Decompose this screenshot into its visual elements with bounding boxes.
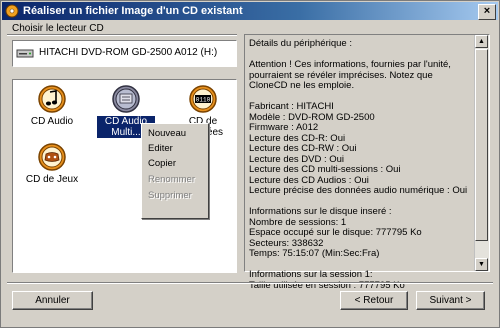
cancel-button[interactable]: Annuler [12, 291, 93, 310]
drive-selector[interactable]: HITACHI DVD-ROM GD-2500 A012 (H:) [12, 40, 237, 67]
cd-drive-icon [16, 49, 34, 58]
details-line: Lecture des CD-RW : Oui [249, 143, 357, 154]
multisession-icon [112, 85, 140, 113]
title-bar[interactable]: Réaliser un fichier Image d'un CD exista… [2, 2, 498, 20]
details-line: Informations sur la session 1: [249, 269, 373, 280]
close-icon: × [483, 5, 491, 17]
details-line: Lecture précise des données audio numéri… [249, 185, 468, 196]
data-cd-icon: 0110 [189, 85, 217, 113]
details-scrollbar[interactable]: ▲ ▼ [474, 35, 489, 271]
footer-divider [7, 282, 493, 284]
menu-item-nouveau[interactable]: Nouveau [148, 128, 186, 139]
menu-item-copier[interactable]: Copier [148, 158, 176, 169]
cd-type-label: CD Audio [30, 116, 74, 127]
close-button[interactable]: × [478, 4, 496, 20]
details-line: Temps: 75:15:07 (Min:Sec:Fra) [249, 248, 380, 259]
next-button[interactable]: Suivant > [416, 291, 485, 310]
cd-type-game[interactable]: CD de Jeux [23, 142, 81, 185]
details-line: Firmware : A012 [249, 122, 319, 133]
details-line: Lecture des CD multi-sessions : Oui [249, 164, 401, 175]
details-line: Espace occupé sur le disque: 777795 Ko [249, 227, 422, 238]
drive-name: HITACHI DVD-ROM GD-2500 A012 (H:) [39, 47, 218, 58]
clonecd-wizard-window: Réaliser un fichier Image d'un CD exista… [0, 0, 500, 328]
scroll-thumb[interactable] [475, 49, 488, 241]
menu-item-supprimer: Supprimer [148, 190, 192, 201]
device-details-text: Détails du périphérique : Attention ! Ce… [249, 38, 473, 291]
details-line: Fabricant : HITACHI [249, 101, 334, 112]
back-button[interactable]: < Retour [340, 291, 408, 310]
svg-text:0110: 0110 [196, 97, 211, 104]
back-button-label: < Retour [354, 295, 394, 306]
details-line: Informations sur le disque inseré : [249, 206, 392, 217]
scroll-down-arrow-icon[interactable]: ▼ [475, 258, 488, 271]
cd-type-label: CD de Jeux [25, 174, 79, 185]
clonecd-app-icon [5, 4, 19, 18]
details-line: Détails du périphérique : [249, 38, 352, 49]
game-cd-icon [38, 143, 66, 171]
cd-type-audio[interactable]: CD Audio [23, 84, 81, 127]
menu-item-renommer: Renommer [148, 174, 195, 185]
details-line: Attention ! Ces informations, fournies p… [249, 59, 454, 91]
music-note-icon [38, 85, 66, 113]
context-menu: Nouveau Editer Copier Renommer Supprimer [141, 123, 209, 219]
next-button-label: Suivant > [429, 295, 472, 306]
menu-item-editer[interactable]: Editer [148, 143, 173, 154]
scroll-up-arrow-icon[interactable]: ▲ [475, 35, 488, 48]
cancel-button-label: Annuler [35, 295, 70, 306]
window-title: Réaliser un fichier Image d'un CD exista… [23, 5, 243, 17]
device-details-panel: Détails du périphérique : Attention ! Ce… [244, 34, 490, 290]
choose-drive-label: Choisir le lecteur CD [12, 23, 104, 34]
group-divider [7, 34, 237, 36]
